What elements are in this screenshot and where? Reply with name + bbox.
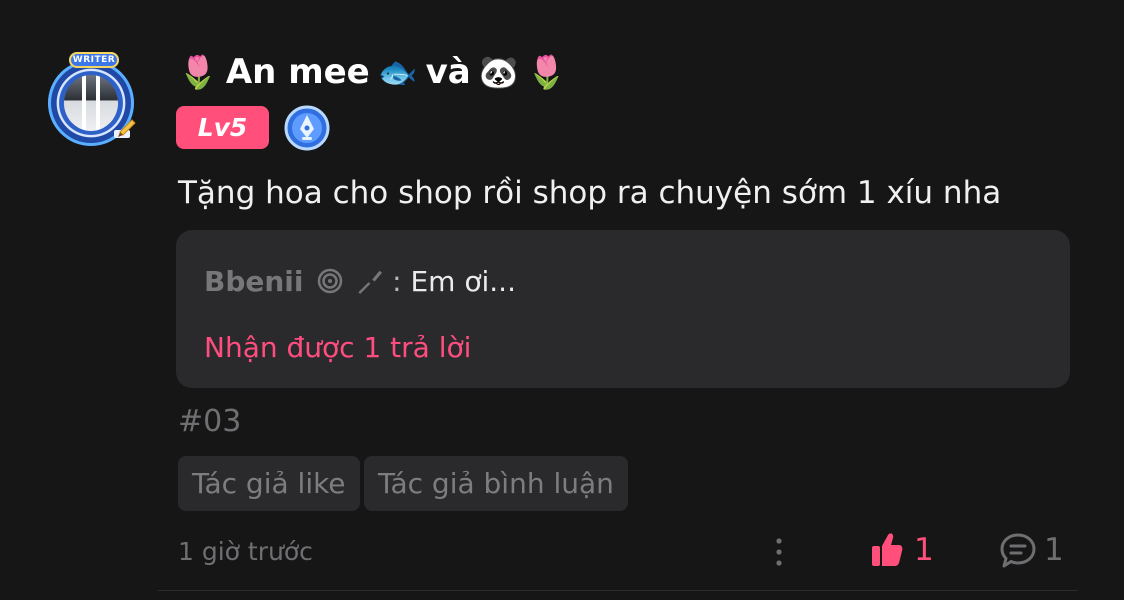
tulip-icon: 🌷 — [178, 53, 218, 91]
swirl-icon — [318, 268, 343, 294]
thumbs-up-icon[interactable] — [870, 530, 904, 570]
comment-body: Tặng hoa cho shop rồi shop ra chuyện sớm… — [178, 175, 1002, 211]
more-options-icon[interactable] — [764, 536, 794, 568]
reply-separator: : — [392, 265, 402, 298]
like-count[interactable]: 1 — [914, 528, 934, 572]
author-name-text-2: và — [425, 52, 471, 92]
reply-message: Em ơi... — [410, 265, 516, 298]
comment-number: #03 — [178, 404, 242, 439]
comment-bubble-icon[interactable] — [999, 532, 1037, 570]
fish-icon: 🐟 — [377, 53, 418, 91]
level-badge: Lv5 — [176, 106, 269, 149]
reply-preview-line: Bbenii ⸝ᐟ : Em ơi... — [204, 260, 516, 304]
avatar-pen-icon — [114, 119, 136, 138]
author-avatar[interactable]: WRITER — [42, 52, 144, 148]
author-commented-chip: Tác giả bình luận — [364, 456, 628, 511]
pen-badge-icon — [284, 105, 330, 151]
author-liked-chip: Tác giả like — [178, 456, 360, 511]
reply-user-suffix: ⸝ᐟ — [357, 265, 384, 298]
view-replies-link[interactable]: Nhận được 1 trả lời — [204, 326, 471, 370]
reply-user-name: Bbenii — [204, 265, 304, 298]
avatar-writer-badge: WRITER — [69, 52, 119, 68]
reply-count[interactable]: 1 — [1044, 528, 1064, 572]
reply-preview-card[interactable]: Bbenii ⸝ᐟ : Em ơi... Nhận được 1 trả lời — [176, 230, 1070, 388]
comment-timestamp: 1 giờ trước — [178, 537, 313, 566]
author-name-text: An mee — [225, 52, 370, 92]
tulip-icon: 🌷 — [526, 53, 567, 91]
comment-divider — [158, 590, 1078, 591]
panda-icon: 🐼 — [478, 53, 519, 91]
author-name[interactable]: 🌷 An mee 🐟 và 🐼 🌷 — [178, 44, 566, 100]
comment-page: WRITER 🌷 An mee 🐟 và 🐼 🌷 Lv5 Tặng hoa ch… — [0, 0, 1124, 600]
